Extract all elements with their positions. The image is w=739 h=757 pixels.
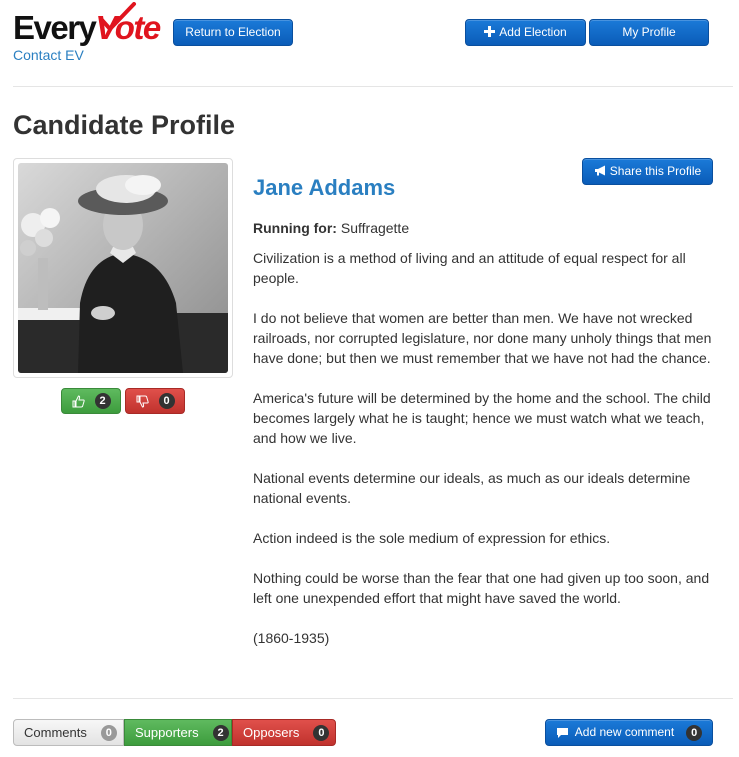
running-for-label: Running for: — [253, 220, 337, 236]
add-election-button[interactable]: Add Election — [465, 19, 586, 46]
footer-divider — [13, 698, 733, 699]
vote-down-count: 0 — [158, 393, 175, 409]
page-title: Candidate Profile — [13, 110, 236, 140]
vote-up-button[interactable]: 2 — [61, 388, 121, 414]
bio-dates: (1860-1935) — [253, 630, 330, 646]
tab-supporters-label: Supporters — [135, 725, 199, 740]
bio-paragraph: I do not believe that women are better t… — [253, 310, 712, 366]
thumbs-down-icon — [136, 395, 149, 408]
header-divider — [13, 86, 733, 87]
bio-paragraph: America's future will be determined by t… — [253, 390, 711, 446]
candidate-name: Jane Addams — [253, 175, 396, 200]
tab-supporters[interactable]: Supporters 2 — [124, 719, 232, 746]
add-election-label: Add Election — [499, 25, 567, 39]
vote-down-button[interactable]: 0 — [125, 388, 185, 414]
tab-opposers[interactable]: Opposers 0 — [232, 719, 336, 746]
everyvote-logo[interactable]: EveryVote — [13, 2, 161, 48]
running-for-value: Suffragette — [340, 220, 410, 236]
thumbs-up-icon — [72, 394, 85, 407]
plus-icon — [484, 26, 496, 38]
running-for: Running for: Suffragette — [253, 220, 409, 236]
share-profile-label: Share this Profile — [609, 164, 702, 178]
bio-paragraph: Nothing could be worse than the fear tha… — [253, 570, 710, 606]
candidate-portrait-image — [18, 163, 228, 373]
add-new-comment-button[interactable]: Add new comment 0 — [545, 719, 713, 746]
bio-paragraph: Civilization is a method of living and a… — [253, 250, 686, 286]
tab-opposers-label: Opposers — [243, 725, 300, 740]
bio-paragraph: National events determine our ideals, as… — [253, 470, 691, 506]
contact-ev-link[interactable]: Contact EV — [13, 47, 84, 63]
share-profile-button[interactable]: Share this Profile — [582, 158, 713, 185]
megaphone-icon — [594, 165, 605, 176]
candidate-bio: Civilization is a method of living and a… — [253, 248, 713, 668]
logo-every-text: Every — [13, 9, 97, 46]
my-profile-button[interactable]: My Profile — [589, 19, 709, 46]
tab-comments-count: 0 — [100, 724, 117, 741]
comment-count: 0 — [686, 724, 703, 741]
tab-comments[interactable]: Comments 0 — [13, 719, 124, 746]
bio-paragraph: Action indeed is the sole medium of expr… — [253, 530, 611, 546]
tab-opposers-count: 0 — [313, 724, 330, 741]
tab-comments-label: Comments — [24, 725, 87, 740]
logo-checkmark-icon — [100, 2, 136, 32]
comment-icon — [556, 727, 568, 738]
tab-supporters-count: 2 — [212, 724, 229, 741]
comment-tabs: Comments 0 Supporters 2 Opposers 0 — [13, 719, 336, 746]
candidate-photo — [13, 158, 233, 378]
return-to-election-button[interactable]: Return to Election — [173, 19, 293, 46]
vote-up-count: 2 — [94, 393, 111, 409]
add-new-comment-label: Add new comment — [574, 725, 675, 739]
